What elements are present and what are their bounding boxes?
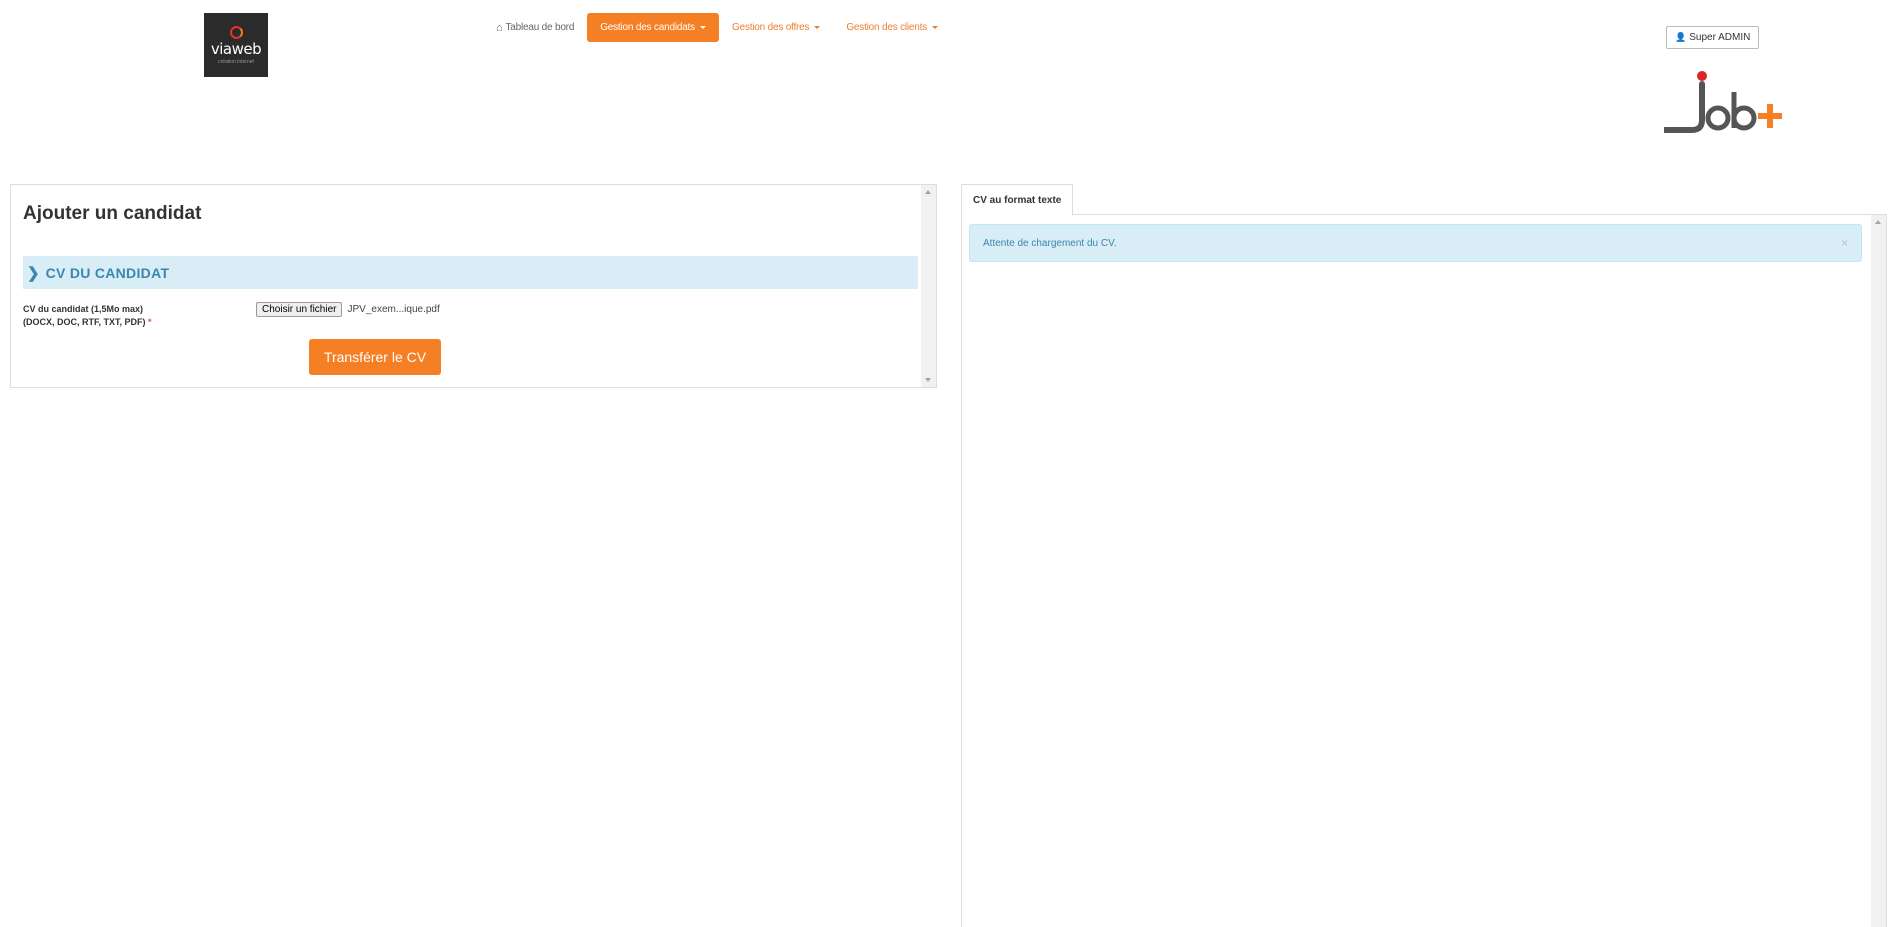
logo-wordmark: viaweb	[210, 39, 262, 58]
user-menu-button[interactable]: 👤 Super ADMIN	[1666, 26, 1760, 49]
jobplus-logo	[1662, 70, 1788, 134]
user-icon: 👤	[1675, 32, 1687, 42]
upload-cv-button[interactable]: Transférer le CV	[309, 339, 441, 375]
cv-section-header[interactable]: ❯ CV DU CANDIDAT	[23, 256, 918, 289]
close-icon[interactable]: ×	[1841, 236, 1848, 250]
logo-swirl-icon	[229, 25, 243, 39]
cv-field-label-line2: (DOCX, DOC, RTF, TXT, PDF)	[23, 317, 146, 327]
nav-dashboard[interactable]: ⌂ Tableau de bord	[490, 13, 587, 42]
page-title: Ajouter un candidat	[23, 203, 202, 224]
scroll-up-icon[interactable]	[1875, 220, 1881, 224]
nav-clients[interactable]: Gestion des clients	[833, 13, 951, 42]
nav-offers[interactable]: Gestion des offres	[719, 13, 833, 42]
chevron-down-icon	[932, 26, 939, 29]
chevron-down-icon	[814, 26, 821, 29]
add-candidate-panel: Ajouter un candidat ❯ CV DU CANDIDAT CV …	[10, 184, 937, 388]
cv-field-label: CV du candidat (1,5Mo max) (DOCX, DOC, R…	[23, 303, 152, 329]
cv-file-input: Choisir un fichier JPV_exem...ique.pdf	[256, 302, 440, 317]
chevron-down-icon	[699, 26, 706, 29]
jobplus-logo-graphic	[1662, 71, 1782, 133]
nav-dashboard-label: Tableau de bord	[505, 22, 575, 33]
nav-candidates-label: Gestion des candidats	[600, 22, 695, 33]
logo-tagline: création internet	[218, 58, 254, 65]
alert-message: Attente de chargement du CV.	[983, 237, 1117, 249]
user-name: Super ADMIN	[1689, 32, 1751, 43]
nav-candidates[interactable]: Gestion des candidats	[587, 13, 719, 42]
selected-file-name: JPV_exem...ique.pdf	[347, 304, 440, 315]
left-panel-scrollbar[interactable]	[921, 185, 936, 387]
cv-field-label-line1: CV du candidat (1,5Mo max)	[23, 304, 144, 314]
loading-alert: Attente de chargement du CV. ×	[969, 224, 1862, 262]
nav-clients-label: Gestion des clients	[846, 22, 928, 33]
main-nav: ⌂ Tableau de bord Gestion des candidats …	[490, 13, 951, 42]
choose-file-button[interactable]: Choisir un fichier	[256, 302, 343, 317]
preview-scrollbar[interactable]	[1871, 215, 1886, 927]
tab-cv-text[interactable]: CV au format texte	[961, 184, 1074, 216]
viaweb-logo[interactable]: viaweb création internet	[204, 13, 268, 77]
scroll-up-icon[interactable]	[925, 190, 931, 194]
cv-section-label: CV DU CANDIDAT	[45, 264, 170, 281]
chevron-right-icon: ❯	[27, 264, 40, 282]
preview-content: Attente de chargement du CV. ×	[961, 215, 1887, 927]
nav-offers-label: Gestion des offres	[731, 22, 810, 33]
home-icon: ⌂	[496, 21, 503, 34]
required-marker: *	[148, 317, 152, 327]
preview-tab-bar: CV au format texte	[961, 184, 1887, 216]
cv-preview-panel: CV au format texte Attente de chargement…	[961, 184, 1887, 927]
scroll-down-icon[interactable]	[925, 378, 931, 382]
